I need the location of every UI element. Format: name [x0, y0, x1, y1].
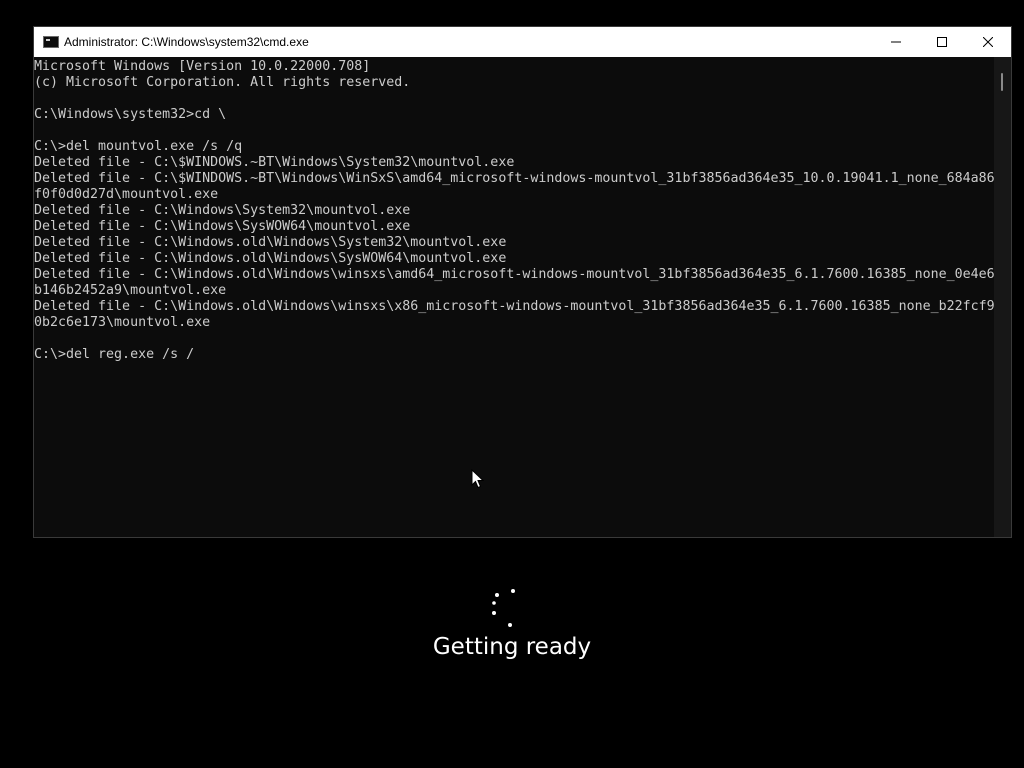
console-line: Microsoft Windows [Version 10.0.22000.70…	[34, 59, 371, 74]
loading-spinner-icon	[492, 589, 515, 627]
console-line: C:\>del mountvol.exe /s /q	[34, 139, 243, 154]
minimize-icon	[891, 41, 901, 43]
console-line: Deleted file - C:\$WINDOWS.~BT\Windows\S…	[34, 155, 515, 170]
status-text: Getting ready	[432, 634, 592, 660]
console-line: 0b2c6e173\mountvol.exe	[34, 315, 211, 330]
console-output[interactable]: Microsoft Windows [Version 10.0.22000.70…	[34, 57, 994, 537]
scrollbar-thumb[interactable]	[1001, 73, 1003, 91]
minimize-button[interactable]	[873, 27, 919, 57]
console-line: C:\Windows\system32>cd \	[34, 107, 227, 122]
console-icon[interactable]	[43, 36, 59, 48]
window-controls	[873, 27, 1011, 57]
console-line: b146b2452a9\mountvol.exe	[34, 283, 227, 298]
maximize-button[interactable]	[919, 27, 965, 57]
console-line: Deleted file - C:\Windows.old\Windows\wi…	[34, 299, 994, 314]
console-line: Deleted file - C:\Windows.old\Windows\Sy…	[34, 235, 507, 250]
console-line: Deleted file - C:\Windows\SysWOW64\mount…	[34, 219, 411, 234]
vertical-scrollbar[interactable]	[994, 57, 1011, 537]
console-line: Deleted file - C:\Windows.old\Windows\Sy…	[34, 251, 507, 266]
close-icon	[983, 37, 993, 47]
console-line: Deleted file - C:\Windows.old\Windows\wi…	[34, 267, 994, 282]
cmd-window[interactable]: Administrator: C:\Windows\system32\cmd.e…	[33, 26, 1012, 538]
title-bar[interactable]: Administrator: C:\Windows\system32\cmd.e…	[34, 27, 1011, 57]
console-line: f0f0d0d27d\mountvol.exe	[34, 187, 219, 202]
console-line: Deleted file - C:\$WINDOWS.~BT\Windows\W…	[34, 171, 994, 186]
console-line: (c) Microsoft Corporation. All rights re…	[34, 75, 411, 90]
console-prompt-line[interactable]: C:\>del reg.exe /s /	[34, 347, 994, 363]
mouse-pointer-icon	[471, 469, 485, 489]
window-title: Administrator: C:\Windows\system32\cmd.e…	[64, 35, 309, 49]
maximize-icon	[937, 37, 947, 47]
close-button[interactable]	[965, 27, 1011, 57]
console-line: Deleted file - C:\Windows\System32\mount…	[34, 203, 411, 218]
desktop: Administrator: C:\Windows\system32\cmd.e…	[0, 0, 1024, 768]
